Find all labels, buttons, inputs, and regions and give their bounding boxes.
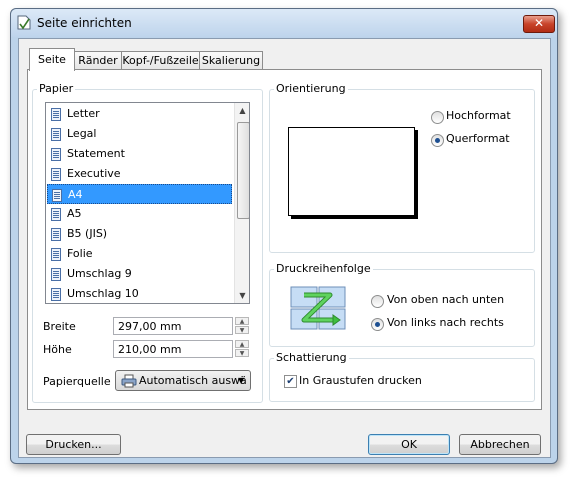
tab-label: Seite (38, 53, 66, 66)
document-icon (51, 288, 61, 301)
orientation-group-label: Orientierung (274, 82, 348, 95)
tab-kopf-fusszeile[interactable]: Kopf-/Fußzeile (121, 51, 200, 70)
shading-group: Schattierung ✔ In Graustufen drucken (269, 351, 535, 402)
list-item-selected[interactable]: A4 (47, 184, 232, 204)
list-item-label: A4 (68, 188, 83, 201)
left-right-radio[interactable] (371, 318, 384, 331)
print-order-group-label: Druckreihenfolge (274, 262, 373, 275)
width-label: Breite (43, 320, 76, 333)
z-order-icon (290, 286, 346, 330)
list-item-label: Executive (67, 167, 121, 180)
tab-skalierung[interactable]: Skalierung (199, 51, 263, 70)
cancel-button[interactable]: Abbrechen (459, 434, 541, 455)
orientation-preview (288, 127, 415, 216)
paper-source-label: Papierquelle (43, 375, 111, 388)
dialog-body: Seite Ränder Kopf-/Fußzeile Skalierung P… (18, 38, 551, 458)
page-setup-dialog: Seite einrichten ✕ Seite Ränder Kopf-/Fu… (10, 8, 558, 464)
paper-source-value: Automatisch auswä (139, 374, 247, 387)
width-field[interactable]: 297,00 mm (113, 317, 233, 335)
list-item[interactable]: Umschlag 10 (47, 284, 232, 303)
print-order-group: Druckreihenfolge Von oben nach unten Von… (269, 262, 535, 347)
document-icon (51, 148, 61, 161)
shading-group-label: Schattierung (274, 351, 349, 364)
list-item[interactable]: Letter (47, 104, 232, 124)
list-item-label: Statement (67, 147, 125, 160)
list-item[interactable]: Executive (47, 164, 232, 184)
document-icon (51, 108, 61, 121)
document-icon (52, 189, 62, 202)
scroll-thumb[interactable] (237, 122, 249, 219)
paper-size-list[interactable]: Letter Legal Statement Executive A4 A5 B… (45, 102, 250, 304)
portrait-radio[interactable] (431, 111, 444, 124)
left-right-label[interactable]: Von links nach rechts (387, 316, 504, 329)
page-setup-app-icon (17, 15, 31, 30)
height-field[interactable]: 210,00 mm (113, 340, 233, 358)
chevron-down-icon: ▼ (238, 376, 245, 385)
tab-label: Kopf-/Fußzeile (122, 54, 199, 67)
scroll-up-icon[interactable]: ▲ (235, 103, 249, 118)
document-icon (51, 248, 61, 261)
landscape-label[interactable]: Querformat (446, 132, 510, 145)
paper-group-label: Papier (37, 82, 76, 95)
list-item-label: Folie (67, 247, 93, 260)
list-item-label: Umschlag 10 (67, 287, 139, 300)
grayscale-label[interactable]: In Graustufen drucken (299, 374, 422, 387)
height-label: Höhe (43, 343, 72, 356)
list-item[interactable]: B5 (JIS) (47, 224, 232, 244)
document-icon (51, 228, 61, 241)
list-item-label: B5 (JIS) (67, 227, 108, 240)
tab-label: Skalierung (201, 54, 261, 67)
height-stepper[interactable]: ▲ ▼ (235, 340, 249, 358)
tab-seite[interactable]: Seite (29, 48, 75, 71)
print-button[interactable]: Drucken... (26, 434, 121, 455)
close-button[interactable]: ✕ (523, 15, 555, 33)
chevron-up-icon[interactable]: ▲ (235, 317, 249, 325)
list-scrollbar[interactable]: ▲ ▼ (234, 103, 249, 303)
paper-source-select[interactable]: Automatisch auswä ▼ (115, 370, 251, 391)
document-icon (51, 128, 61, 141)
tab-raender[interactable]: Ränder (74, 51, 122, 70)
top-down-radio[interactable] (371, 295, 384, 308)
document-icon (51, 268, 61, 281)
scroll-down-icon[interactable]: ▼ (235, 288, 249, 303)
list-item-label: A5 (67, 207, 82, 220)
tab-label: Ränder (78, 54, 118, 67)
list-item-label: Umschlag 9 (67, 267, 132, 280)
orientation-group: Orientierung Hochformat Querformat (269, 82, 535, 253)
grayscale-checkbox[interactable]: ✔ (284, 375, 297, 388)
list-item[interactable]: Folie (47, 244, 232, 264)
list-item[interactable]: A5 (47, 204, 232, 224)
landscape-radio[interactable] (431, 134, 444, 147)
chevron-up-icon[interactable]: ▲ (235, 340, 249, 348)
list-item[interactable]: Legal (47, 124, 232, 144)
paper-group: Papier Letter Legal Statement Executive … (32, 82, 263, 403)
document-icon (51, 208, 61, 221)
list-item[interactable]: Statement (47, 144, 232, 164)
chevron-down-icon[interactable]: ▼ (235, 326, 249, 334)
close-icon: ✕ (533, 16, 545, 30)
portrait-label[interactable]: Hochformat (446, 109, 511, 122)
list-item-label: Legal (67, 127, 97, 140)
window-title: Seite einrichten (37, 16, 132, 30)
title-bar[interactable]: Seite einrichten ✕ (11, 9, 557, 37)
chevron-down-icon[interactable]: ▼ (235, 349, 249, 357)
tab-panel-seite: Papier Letter Legal Statement Executive … (27, 69, 542, 410)
list-item-label: Letter (67, 107, 100, 120)
printer-icon (121, 374, 137, 388)
width-stepper[interactable]: ▲ ▼ (235, 317, 249, 335)
document-icon (51, 168, 61, 181)
top-down-label[interactable]: Von oben nach unten (387, 293, 504, 306)
ok-button[interactable]: OK (368, 434, 450, 455)
list-item[interactable]: Umschlag 9 (47, 264, 232, 284)
